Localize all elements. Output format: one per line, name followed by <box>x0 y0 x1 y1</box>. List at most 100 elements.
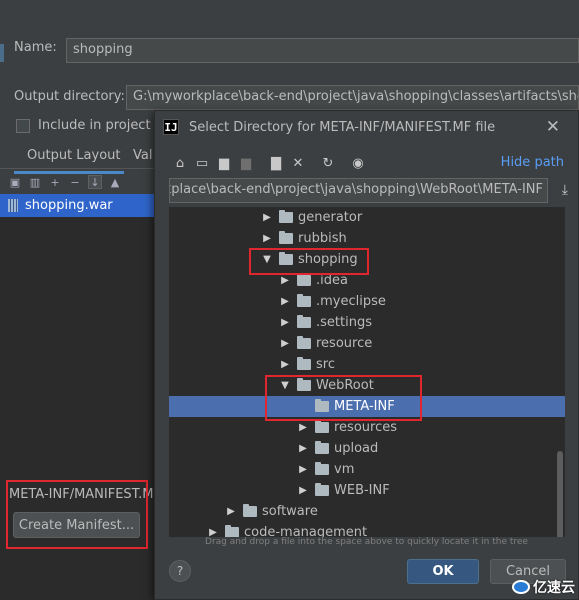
folder-icon <box>297 357 311 370</box>
chevron-right-icon[interactable]: ▶ <box>297 422 309 433</box>
chevron-right-icon[interactable]: ▶ <box>279 296 291 307</box>
tree-node-label: resources <box>334 420 398 435</box>
tree-scrollbar[interactable] <box>557 451 563 537</box>
drag-drop-hint: Drag and drop a file into the space abov… <box>205 537 528 547</box>
output-directory-label: Output directory: <box>14 89 125 104</box>
folder-icon <box>297 378 311 391</box>
tree-node[interactable]: META-INF <box>169 396 565 417</box>
output-directory-input[interactable]: G:\myworkplace\back-end\project\java\sho… <box>126 85 579 110</box>
folder-icon <box>315 420 329 433</box>
tree-node-label: software <box>262 504 318 519</box>
name-label: Name: <box>14 40 57 55</box>
tree-node-label: WEB-INF <box>334 483 390 498</box>
war-archive-icon <box>8 199 18 212</box>
folder-icon <box>297 294 311 307</box>
delete-icon[interactable]: ✕ <box>287 153 309 173</box>
tree-node[interactable]: ▶ src <box>169 354 565 375</box>
help-button[interactable]: ? <box>169 560 191 582</box>
tree-node-label: .myeclipse <box>316 294 386 309</box>
select-directory-dialog: IJ Select Directory for META-INF/MANIFES… <box>154 110 579 600</box>
tab-validation[interactable]: Val <box>133 148 152 163</box>
show-hidden-icon[interactable]: ◉ <box>347 153 369 173</box>
chevron-down-icon[interactable]: ▼ <box>279 380 291 391</box>
folder-icon <box>315 462 329 475</box>
folder-icon <box>279 252 293 265</box>
tree-node[interactable]: ▶ resources <box>169 417 565 438</box>
folder-icon <box>297 336 311 349</box>
include-checkbox[interactable] <box>16 118 30 133</box>
chevron-down-icon[interactable]: ▼ <box>261 254 273 265</box>
tree-node[interactable]: ▶ code-management <box>169 522 565 537</box>
folder-icon <box>315 441 329 454</box>
project-folder-icon[interactable]: ▆ <box>213 153 235 173</box>
tree-node-label: rubbish <box>298 231 347 246</box>
folder-icon <box>279 231 293 244</box>
folder-icon <box>315 483 329 496</box>
path-input[interactable]: G:\myworkplace\back-end\project\java\sho… <box>169 178 548 203</box>
include-in-build-row[interactable]: Include in project bu <box>16 118 156 133</box>
tree-node[interactable]: ▼ shopping <box>169 249 565 270</box>
tree-node-label: shopping <box>298 252 358 267</box>
dialog-title: Select Directory for META-INF/MANIFEST.M… <box>189 119 496 135</box>
tree-node[interactable]: ▶ generator <box>169 207 565 228</box>
tree-node[interactable]: ▶ .idea <box>169 270 565 291</box>
move-up-icon[interactable]: ▲ <box>108 175 122 189</box>
tree-node[interactable]: ▶ .myeclipse <box>169 291 565 312</box>
add-icon[interactable]: + <box>48 175 62 189</box>
tree-node[interactable]: ▶ rubbish <box>169 228 565 249</box>
tab-output-layout-label: Output Layout <box>27 148 121 163</box>
tab-validation-label: Val <box>133 148 153 163</box>
remove-icon[interactable]: − <box>68 175 82 189</box>
name-input[interactable]: shopping <box>66 38 579 63</box>
name-row: Name: <box>14 40 66 55</box>
refresh-icon[interactable]: ↻ <box>317 153 339 173</box>
add-folder-icon[interactable]: ▣ <box>8 175 22 189</box>
tree-node[interactable]: ▶ software <box>169 501 565 522</box>
ok-button[interactable]: OK <box>407 559 479 584</box>
folder-icon <box>315 399 329 412</box>
chevron-right-icon[interactable]: ▶ <box>297 485 309 496</box>
tree-node-label: generator <box>298 210 363 225</box>
hide-path-link[interactable]: Hide path <box>501 155 564 170</box>
chevron-right-icon[interactable]: ▶ <box>279 317 291 328</box>
create-manifest-button[interactable]: Create Manifest... <box>13 512 140 538</box>
download-arrow-icon[interactable]: ⤓ <box>562 182 568 198</box>
watermark-logo-icon <box>512 580 530 594</box>
chevron-right-icon[interactable]: ▶ <box>261 212 273 223</box>
module-folder-icon[interactable]: ▆ <box>235 153 257 173</box>
chevron-right-icon[interactable]: ▶ <box>207 527 219 537</box>
chevron-right-icon[interactable]: ▶ <box>225 506 237 517</box>
tree-node-label: upload <box>334 441 379 456</box>
folder-icon <box>243 504 257 517</box>
chevron-right-icon[interactable]: ▶ <box>297 443 309 454</box>
tree-node-label: .settings <box>316 315 372 330</box>
layout-toolbar: ▣ ▥ + − ↓ ▲ <box>0 171 160 193</box>
desktop-icon[interactable]: ▭ <box>191 153 213 173</box>
watermark: 亿速云 <box>512 577 575 597</box>
tree-node[interactable]: ▶ resource <box>169 333 565 354</box>
chevron-right-icon[interactable]: ▶ <box>279 359 291 370</box>
chevron-right-icon[interactable]: ▶ <box>297 464 309 475</box>
manifest-path-text: META-INF/MANIFEST.MF <box>9 487 159 502</box>
artifact-tree-item[interactable]: shopping.war <box>0 194 160 217</box>
tree-node[interactable]: ▶ WEB-INF <box>169 480 565 501</box>
tree-node-label: src <box>316 357 335 372</box>
tree-node[interactable]: ▶ .settings <box>169 312 565 333</box>
tree-node[interactable]: ▶ vm <box>169 459 565 480</box>
tree-node[interactable]: ▶ upload <box>169 438 565 459</box>
tree-node[interactable]: ▼ WebRoot <box>169 375 565 396</box>
folder-icon <box>297 315 311 328</box>
chevron-right-icon[interactable]: ▶ <box>261 233 273 244</box>
folder-icon <box>297 273 311 286</box>
new-folder-icon[interactable]: ▇ <box>265 153 287 173</box>
artifact-tabs: Output Layout Val <box>0 143 160 174</box>
tree-node-label: META-INF <box>334 399 395 414</box>
sort-icon[interactable]: ↓ <box>88 175 102 189</box>
close-icon[interactable]: ✕ <box>546 117 560 137</box>
archive-icon[interactable]: ▥ <box>28 175 42 189</box>
artifact-tree-item-label: shopping.war <box>25 198 113 213</box>
folder-icon <box>279 210 293 223</box>
chevron-right-icon[interactable]: ▶ <box>279 275 291 286</box>
home-icon[interactable]: ⌂ <box>169 153 191 173</box>
chevron-right-icon[interactable]: ▶ <box>279 338 291 349</box>
